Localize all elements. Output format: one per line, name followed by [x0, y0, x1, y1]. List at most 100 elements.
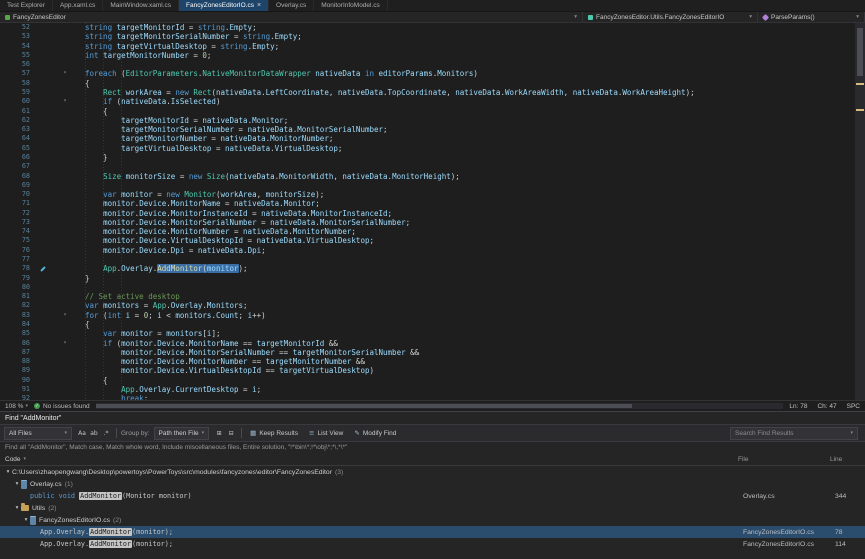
find-group-row[interactable]: ▾C:\Users\zhaopengwang\Desktop\powertoys… — [0, 466, 865, 478]
modify-find-button[interactable]: ✎Modify Find — [350, 427, 400, 439]
code-line[interactable]: 92 break; — [0, 394, 865, 400]
code-line[interactable]: 59 Rect workArea = new Rect(nativeData.L… — [0, 88, 865, 97]
collapse-all-button[interactable]: ⊟ — [225, 427, 237, 439]
code-line[interactable]: 82var monitors = App.Overlay.Monitors; — [0, 301, 865, 310]
code-line[interactable]: 76 monitor.Device.Dpi = nativeData.Dpi; — [0, 246, 865, 255]
code-line[interactable]: 60▾ if (nativeData.IsSelected) — [0, 97, 865, 106]
code-line[interactable]: 64 targetMonitorNumber = nativeData.Moni… — [0, 134, 865, 143]
find-result-row[interactable]: public void AddMonitor(Monitor monitor)O… — [0, 490, 865, 502]
code-line[interactable]: 63 targetMonitorSerialNumber = nativeDat… — [0, 125, 865, 134]
code-line[interactable]: 53string targetMonitorSerialNumber = str… — [0, 32, 865, 41]
code-line[interactable]: 75 monitor.Device.VirtualDesktopId = nat… — [0, 236, 865, 245]
code-text: monitor.Device.MonitorName = nativeData.… — [74, 199, 865, 208]
glyph-margin — [30, 227, 56, 236]
code-line[interactable]: 89 monitor.Device.VirtualDesktopId == ta… — [0, 366, 865, 375]
code-line[interactable]: 72 monitor.Device.MonitorInstanceId = na… — [0, 209, 865, 218]
fold-chevron-icon[interactable]: ▾ — [56, 339, 74, 348]
zoom-control[interactable]: 108 % ▾ — [5, 403, 28, 410]
button-label: Keep Results — [259, 430, 298, 437]
whole-word-button[interactable]: ab — [88, 427, 100, 439]
scrollbar-thumb[interactable] — [857, 28, 863, 76]
tab-fancyzoneseditorio-cs[interactable]: FancyZonesEditorIO.cs× — [179, 0, 269, 11]
regex-button[interactable]: .* — [100, 427, 112, 439]
editor-horizontal-scrollbar[interactable] — [96, 403, 784, 409]
fold-margin — [56, 218, 74, 227]
code-text: var monitors = App.Overlay.Monitors; — [74, 301, 865, 310]
tab-mainwindow-xaml-cs[interactable]: MainWindow.xaml.cs — [103, 0, 179, 11]
code-line[interactable]: 90 { — [0, 376, 865, 385]
code-line[interactable]: 83▾for (int i = 0; i < monitors.Count; i… — [0, 311, 865, 320]
fold-chevron-icon[interactable]: ▾ — [56, 311, 74, 320]
scrollbar-thumb[interactable] — [96, 404, 632, 408]
expand-all-button[interactable]: ⊞ — [213, 427, 225, 439]
code-line[interactable]: 77 — [0, 255, 865, 264]
fold-chevron-icon[interactable]: ▾ — [56, 97, 74, 106]
editor-vertical-scrollbar[interactable] — [855, 23, 865, 400]
code-line[interactable]: 54string targetVirtualDesktop = string.E… — [0, 42, 865, 51]
fold-chevron-icon[interactable]: ▾ — [56, 69, 74, 78]
search-find-results-input[interactable]: Search Find Results ▾ — [730, 427, 858, 440]
project-dropdown[interactable]: FancyZonesEditor ▾ — [0, 12, 583, 22]
code-line[interactable]: 68 Size monitorSize = new Size(nativeDat… — [0, 172, 865, 181]
glyph-margin — [30, 320, 56, 329]
expander-icon[interactable]: ▾ — [13, 505, 21, 511]
line-column-header[interactable]: Line — [830, 456, 860, 463]
code-line[interactable]: 78 App.Overlay.AddMonitor(monitor); — [0, 264, 865, 273]
code-line[interactable]: 84{ — [0, 320, 865, 329]
code-editor[interactable]: 52string targetMonitorId = string.Empty;… — [0, 23, 865, 400]
tab-test-explorer[interactable]: Test Explorer — [0, 0, 53, 11]
line-number: 91 — [0, 385, 30, 394]
glyph-margin — [30, 348, 56, 357]
member-dropdown[interactable]: ParseParams() ▾ — [758, 12, 865, 22]
scope-dropdown[interactable]: All Files ▾ — [4, 427, 72, 440]
code-line[interactable]: 56 — [0, 60, 865, 69]
find-group-row[interactable]: ▾FancyZonesEditorIO.cs(2) — [0, 514, 865, 526]
code-line[interactable]: 65 targetVirtualDesktop = nativeData.Vir… — [0, 144, 865, 153]
code-line[interactable]: 87 monitor.Device.MonitorSerialNumber ==… — [0, 348, 865, 357]
filter-dropdown[interactable]: Code — [5, 456, 21, 463]
code-line[interactable]: 67 — [0, 162, 865, 171]
code-line[interactable]: 71 monitor.Device.MonitorName = nativeDa… — [0, 199, 865, 208]
find-group-row[interactable]: ▾Overlay.cs(1) — [0, 478, 865, 490]
code-line[interactable]: 62 targetMonitorId = nativeData.Monitor; — [0, 116, 865, 125]
find-result-row[interactable]: App.Overlay.AddMonitor(monitor);FancyZon… — [0, 538, 865, 550]
code-line[interactable]: 52string targetMonitorId = string.Empty; — [0, 23, 865, 32]
tab-monitorinfomodel-cs[interactable]: MonitorInfoModel.cs — [314, 0, 388, 11]
code-line[interactable]: 85 var monitor = monitors[i]; — [0, 329, 865, 338]
type-dropdown[interactable]: FancyZonesEditor.Utils.FancyZonesEditorI… — [583, 12, 758, 22]
tab-app-xaml-cs[interactable]: App.xaml.cs — [53, 0, 103, 11]
code-line[interactable]: 69 — [0, 181, 865, 190]
code-line[interactable]: 73 monitor.Device.MonitorSerialNumber = … — [0, 218, 865, 227]
code-line[interactable]: 58{ — [0, 79, 865, 88]
expander-icon[interactable]: ▾ — [13, 481, 21, 487]
fold-margin — [56, 116, 74, 125]
code-line[interactable]: 86▾ if (monitor.Device.MonitorName == ta… — [0, 339, 865, 348]
keep-results-button[interactable]: ▦Keep Results — [246, 427, 302, 439]
result-snippet: App.Overlay.AddMonitor(monitor); — [40, 540, 173, 548]
code-line[interactable]: 57▾foreach (EditorParameters.NativeMonit… — [0, 69, 865, 78]
code-line[interactable]: 81// Set active desktop — [0, 292, 865, 301]
code-line[interactable]: 74 monitor.Device.MonitorNumber = native… — [0, 227, 865, 236]
tab-overlay-cs[interactable]: Overlay.cs — [269, 0, 314, 11]
find-result-row[interactable]: App.Overlay.AddMonitor(monitor);FancyZon… — [0, 526, 865, 538]
code-line[interactable]: 70 var monitor = new Monitor(workArea, m… — [0, 190, 865, 199]
expander-icon[interactable]: ▾ — [4, 469, 12, 475]
find-group-row[interactable]: ▾Utils(2) — [0, 502, 865, 514]
code-text: string targetMonitorId = string.Empty; — [74, 23, 865, 32]
expander-icon[interactable]: ▾ — [22, 517, 30, 523]
visual-studio-window: Test ExplorerApp.xaml.csMainWindow.xaml.… — [0, 0, 865, 559]
code-line[interactable]: 66 } — [0, 153, 865, 162]
match-case-button[interactable]: Aa — [76, 427, 88, 439]
close-icon[interactable]: × — [257, 2, 261, 9]
list-view-button[interactable]: ≡List View — [305, 427, 347, 439]
group-by-dropdown[interactable]: Path then File ▾ — [154, 427, 210, 440]
file-column-header[interactable]: File — [738, 456, 830, 463]
code-line[interactable]: 79} — [0, 274, 865, 283]
code-line[interactable]: 91 App.Overlay.CurrentDesktop = i; — [0, 385, 865, 394]
code-line[interactable]: 80 — [0, 283, 865, 292]
code-text: int targetMonitorNumber = 0; — [74, 51, 865, 60]
code-line[interactable]: 61 { — [0, 107, 865, 116]
code-line[interactable]: 55int targetMonitorNumber = 0; — [0, 51, 865, 60]
document-health-indicator[interactable]: ✓ No issues found — [34, 403, 90, 410]
code-line[interactable]: 88 monitor.Device.MonitorNumber == targe… — [0, 357, 865, 366]
